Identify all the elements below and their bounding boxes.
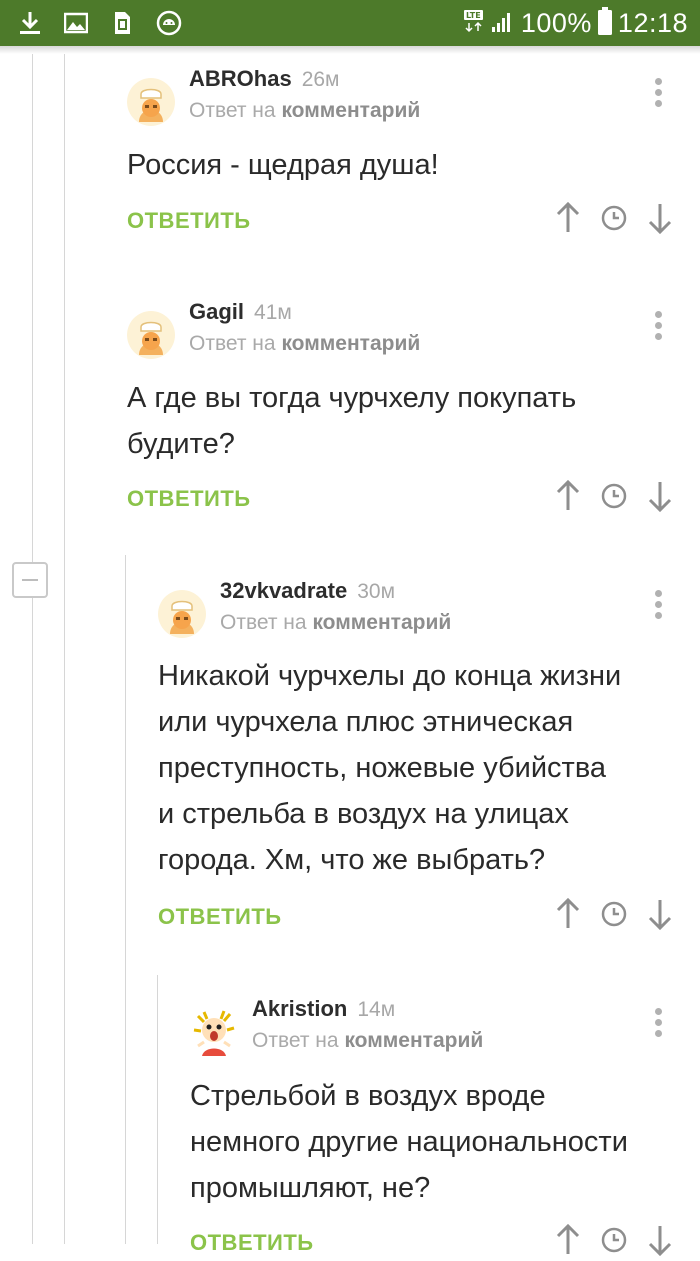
reply-prefix: Ответ на — [220, 611, 307, 634]
clock-icon[interactable] — [601, 483, 627, 514]
avatar[interactable] — [127, 311, 175, 359]
clock: 12:18 — [617, 8, 688, 38]
downvote-icon[interactable] — [647, 898, 673, 935]
comment-line: промышляют, не? — [190, 1172, 431, 1204]
reply-target-link[interactable]: комментарий — [281, 99, 420, 122]
comment-time: 14м — [357, 998, 396, 1021]
collapse-thread-button[interactable] — [12, 562, 48, 598]
comment-body: Стрельбой в воздух вроде немного другие … — [190, 1073, 628, 1211]
reply-button[interactable]: ОТВЕТИТЬ — [190, 1230, 314, 1256]
comment-line: или чурчхела плюс этническая — [158, 706, 574, 738]
signal-icon — [491, 9, 515, 38]
comment-actions — [555, 479, 673, 517]
reply-target-link[interactable]: комментарий — [312, 611, 451, 634]
comment-author[interactable]: Akristion 14м — [252, 996, 395, 1022]
comment-line: Стрельбой в воздух вроде — [190, 1080, 546, 1112]
status-bar: LTE 100% 12:18 — [0, 0, 700, 46]
download-icon — [18, 10, 42, 36]
clock-icon[interactable] — [601, 901, 627, 932]
upvote-icon[interactable] — [555, 1223, 581, 1261]
comment-line: преступность, ножевые убийства — [158, 752, 607, 784]
reply-button[interactable]: ОТВЕТИТЬ — [127, 208, 251, 234]
reply-info: Ответ на комментарий — [189, 332, 420, 356]
comment-line: будите? — [127, 428, 235, 460]
comment-author[interactable]: ABROhas 26м — [189, 66, 339, 92]
avatar[interactable] — [190, 1008, 238, 1056]
reply-info: Ответ на комментарий — [189, 99, 420, 123]
reply-info: Ответ на комментарий — [220, 611, 451, 635]
comment-time: 26м — [301, 68, 340, 91]
downvote-icon[interactable] — [647, 202, 673, 239]
comment-actions — [555, 201, 673, 239]
thread-line-1 — [32, 54, 33, 1244]
author-name[interactable]: Akristion — [252, 996, 347, 1021]
reply-button[interactable]: ОТВЕТИТЬ — [158, 904, 282, 930]
thread-line-2 — [64, 54, 65, 1244]
author-name[interactable]: 32vkvadrate — [220, 578, 347, 603]
battery-percent: 100% — [520, 8, 592, 38]
comment-time: 30м — [357, 580, 396, 603]
reply-target-link[interactable]: комментарий — [281, 332, 420, 355]
comment-line: и стрельба в воздух на улицах — [158, 798, 569, 830]
comment-line: А где вы тогда чурчхелу покупать — [127, 382, 577, 414]
reply-info: Ответ на комментарий — [252, 1029, 483, 1053]
status-bar-shadow — [0, 46, 700, 54]
author-name[interactable]: ABROhas — [189, 66, 292, 91]
comment: 32vkvadrate 30м Ответ на комментарий Ника… — [158, 576, 688, 946]
reply-prefix: Ответ на — [189, 99, 276, 122]
svg-text:LTE: LTE — [466, 11, 481, 20]
more-options-icon[interactable] — [655, 78, 663, 111]
avatar[interactable] — [158, 590, 206, 638]
more-options-icon[interactable] — [655, 1008, 663, 1041]
comment-line: немного другие национальности — [190, 1126, 628, 1158]
comment-time: 41м — [254, 301, 292, 324]
downvote-icon[interactable] — [647, 1224, 673, 1261]
reply-prefix: Ответ на — [252, 1029, 339, 1052]
battery-icon — [597, 7, 612, 40]
thread-line-4 — [125, 555, 126, 1244]
comment-line: Россия - щедрая душа! — [127, 149, 439, 181]
thread-line-5 — [157, 975, 158, 1244]
clock-icon[interactable] — [601, 205, 627, 236]
author-name[interactable]: Gagil — [189, 299, 244, 324]
more-options-icon[interactable] — [655, 311, 663, 344]
comment-body: А где вы тогда чурчхелу покупать будите? — [127, 375, 576, 467]
sim-card-icon — [110, 10, 134, 36]
upvote-icon[interactable] — [555, 897, 581, 935]
clock-icon[interactable] — [601, 1227, 627, 1258]
comment: Akristion 14м Ответ на комментарий Стрель… — [190, 994, 688, 1257]
comment-author[interactable]: Gagil 41м — [189, 299, 292, 325]
comment: Gagil 41м Ответ на комментарий А где вы т… — [127, 297, 687, 527]
comment-body: Никакой чурчхелы до конца жизни или чурч… — [158, 653, 621, 883]
comment-body: Россия - щедрая душа! — [127, 142, 439, 188]
downvote-icon[interactable] — [647, 480, 673, 517]
comment: ABROhas 26м Ответ на комментарий Россия -… — [127, 64, 687, 254]
android-icon — [156, 10, 182, 36]
upvote-icon[interactable] — [555, 201, 581, 239]
reply-button[interactable]: ОТВЕТИТЬ — [127, 486, 251, 512]
lte-icon: LTE — [463, 8, 485, 39]
reply-target-link[interactable]: комментарий — [344, 1029, 483, 1052]
comment-actions — [555, 1223, 673, 1261]
more-options-icon[interactable] — [655, 590, 663, 623]
comment-line: города. Хм, что же выбрать? — [158, 844, 546, 876]
reply-prefix: Ответ на — [189, 332, 276, 355]
upvote-icon[interactable] — [555, 479, 581, 517]
comment-line: Никакой чурчхелы до конца жизни — [158, 660, 622, 692]
gallery-icon — [63, 10, 89, 36]
comment-author[interactable]: 32vkvadrate 30м — [220, 578, 395, 604]
comment-actions — [555, 897, 673, 935]
avatar[interactable] — [127, 78, 175, 126]
